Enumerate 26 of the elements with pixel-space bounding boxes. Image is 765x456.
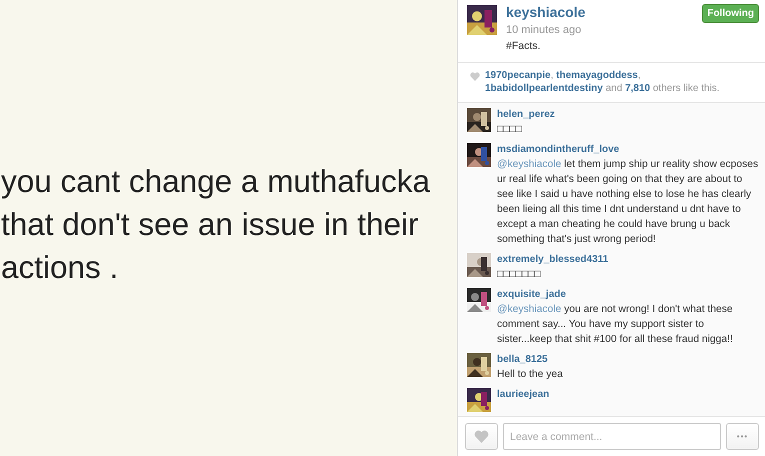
more-button[interactable]: ••• <box>726 423 759 450</box>
post-text-line: actions . <box>0 248 120 286</box>
comment-text: Hell to the yea <box>497 368 564 382</box>
mention-link[interactable]: @keyshiacole <box>497 304 562 315</box>
heart-icon <box>474 430 489 443</box>
likes-summary: 1970pecanpie, themayagoddess, 1babidollpearlentdestiny and 7,810 others like this. <box>485 69 721 96</box>
mention-link[interactable]: @keyshiacole <box>497 159 562 170</box>
heart-icon <box>470 72 480 81</box>
username[interactable]: keyshiacole <box>506 5 586 20</box>
comment-text: @keyshiacole you are not wrong! I don't what these comment say... You have my support sister to sister...keep that shit #100 for all these fraud nigga!! <box>497 303 734 347</box>
comment-username[interactable]: laurieejean <box>497 388 759 402</box>
post-time: 10 minutes ago <box>506 23 582 38</box>
comment-text: □□□□□□□ <box>497 268 542 282</box>
comment-field[interactable]: Leave a comment... <box>503 423 721 450</box>
comment-username[interactable]: helen_perez <box>497 108 759 122</box>
post-text-line: that don't see an issue in their <box>0 204 420 244</box>
comment-username[interactable]: msdiamondintheruff_love <box>497 143 759 157</box>
comment-username[interactable]: bella_8125 <box>497 353 759 367</box>
caption: #Facts. <box>506 39 542 54</box>
comment-text: □□□□ <box>497 123 523 137</box>
following-button[interactable]: Following <box>702 4 759 23</box>
post-text-line: you cant change a muthafucka <box>0 162 432 200</box>
comment-username[interactable]: extremely_blessed4311 <box>497 253 759 267</box>
comment-text: @keyshiacole let them jump ship ur reality show ecposes ur real life what's been going on that they are about to see like I said u have nothing else to lose he has clearly been lieing all this time I dnt understand u dnt have to except a man cheating he could have brung u back something that's just wrong period! <box>497 158 759 247</box>
like-button[interactable] <box>465 423 498 450</box>
comment-username[interactable]: exquisite_jade <box>497 288 759 302</box>
